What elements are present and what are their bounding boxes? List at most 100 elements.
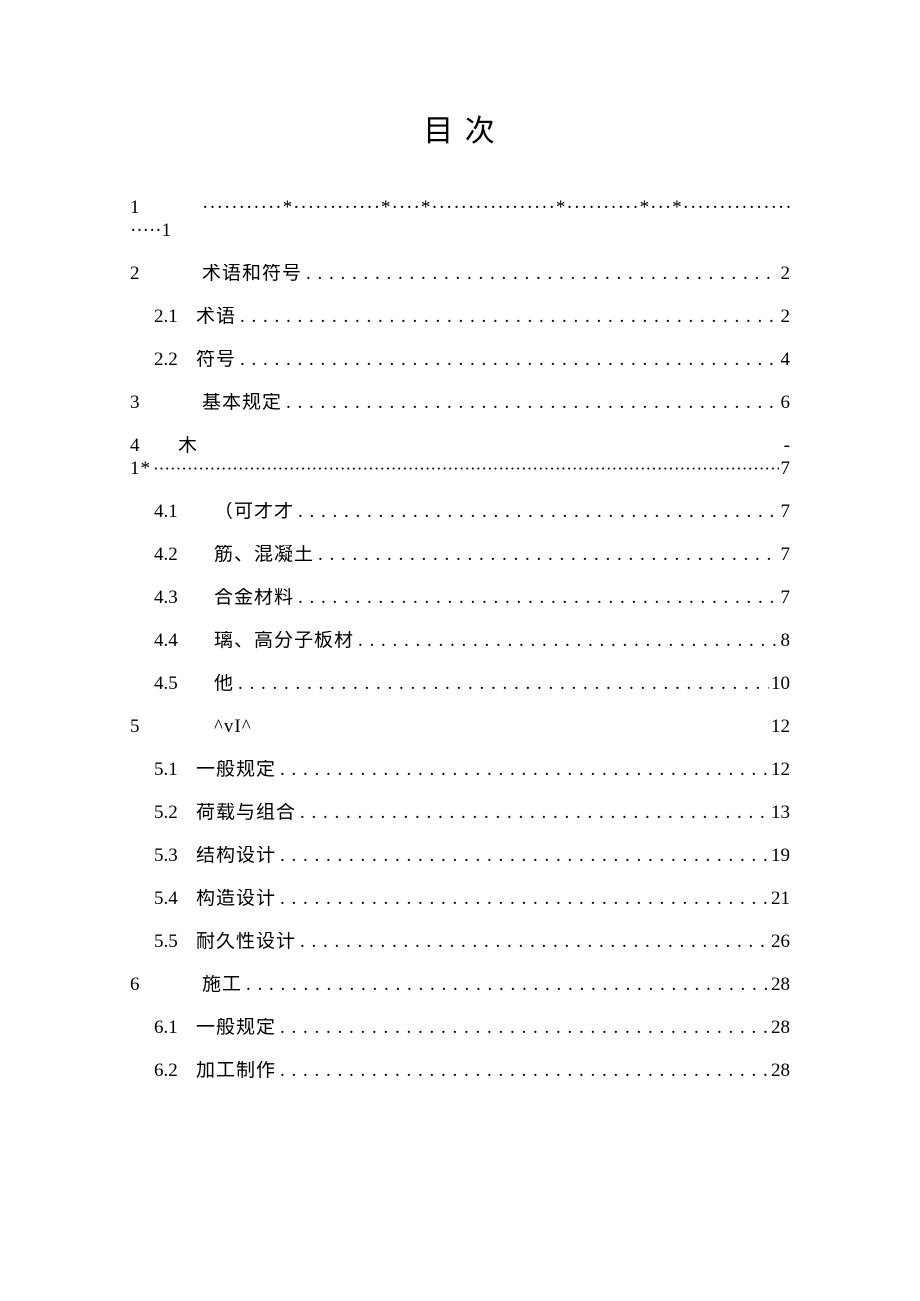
toc-fill: ···········*············*····*··········… (202, 198, 790, 217)
toc-number: 5.5 (154, 932, 196, 951)
leader-dots (276, 846, 769, 865)
toc-page: 13 (769, 803, 790, 822)
page-title: 目 次 (0, 106, 920, 150)
toc-page: 28 (769, 1061, 790, 1080)
toc-label: 筋、混凝土 (214, 545, 314, 564)
leader-dots (294, 502, 778, 521)
toc-page: 12 (769, 717, 790, 736)
toc-subentry: 5.4 构造设计 21 (130, 889, 790, 908)
toc-number: 2.2 (154, 350, 196, 369)
toc-entry: 3 基本规定 6 (130, 393, 790, 412)
toc-number: 4 (130, 436, 178, 455)
table-of-contents: 1 ···········*············*····*········… (130, 198, 790, 1104)
toc-entry: 1 ···········*············*····*········… (130, 198, 790, 240)
leader-dots (296, 803, 769, 822)
toc-page: 19 (769, 846, 790, 865)
toc-page: 2 (779, 307, 791, 326)
leader-dots (276, 760, 769, 779)
toc-page: 10 (769, 674, 790, 693)
toc-subentry: 5.3 结构设计 19 (130, 846, 790, 865)
toc-subentry: 4.2 筋、混凝土 7 (130, 545, 790, 564)
toc-page: 7 (779, 545, 791, 564)
toc-label: 构造设计 (196, 889, 276, 908)
toc-page: 6 (779, 393, 791, 412)
toc-number: 4.1 (154, 502, 214, 521)
leader-dots (282, 393, 778, 412)
toc-number: 4.2 (154, 545, 214, 564)
toc-label: 施工 (202, 975, 242, 994)
toc-label: 加工制作 (196, 1061, 276, 1080)
toc-subentry: 4.3 合金材料 7 (130, 588, 790, 607)
toc-label: 荷载与组合 (196, 803, 296, 822)
leader-dots (294, 588, 778, 607)
toc-subentry: 2.2 符号 4 (130, 350, 790, 369)
toc-trail: - (782, 436, 790, 455)
toc-entry: 2 术语和符号 2 (130, 264, 790, 283)
toc-number: 5.4 (154, 889, 196, 908)
toc-subentry: 4.1 （可才才 7 (130, 502, 790, 521)
toc-entry: 4 木 - 1* 7 (130, 436, 790, 478)
toc-page: 28 (769, 975, 790, 994)
leader-dots (276, 889, 769, 908)
toc-label: 他 (214, 674, 234, 693)
toc-number: 6.1 (154, 1018, 196, 1037)
toc-label: 木 (178, 436, 198, 455)
toc-subentry: 2.1 术语 2 (130, 307, 790, 326)
toc-subentry: 5.2 荷载与组合 13 (130, 803, 790, 822)
toc-number: 6 (130, 975, 202, 994)
leader-dots (236, 307, 778, 326)
toc-page: 4 (779, 350, 791, 369)
toc-page: 12 (769, 760, 790, 779)
toc-subentry: 5.1 一般规定 12 (130, 760, 790, 779)
toc-entry: 5 ^vI^ 12 (130, 717, 790, 736)
toc-number: 4.4 (154, 631, 214, 650)
leader-dots (236, 350, 778, 369)
leader-dots (276, 1061, 769, 1080)
toc-number: 4.3 (154, 588, 214, 607)
toc-label: 符号 (196, 350, 236, 369)
leader-dots (314, 545, 778, 564)
toc-number: 5 (130, 717, 214, 736)
page: 目 次 1 ···········*············*····*····… (0, 0, 920, 1301)
leader-dots (276, 1018, 769, 1037)
toc-label: 璃、高分子板材 (214, 631, 354, 650)
toc-number: 5.1 (154, 760, 196, 779)
toc-label: 结构设计 (196, 846, 276, 865)
toc-label: 合金材料 (214, 588, 294, 607)
leader-dots (354, 631, 778, 650)
toc-page: 21 (769, 889, 790, 908)
toc-number: 1 (130, 198, 202, 217)
toc-number: 2 (130, 264, 202, 283)
toc-entry: 6 施工 28 (130, 975, 790, 994)
toc-number: 3 (130, 393, 202, 412)
toc-number: 5.3 (154, 846, 196, 865)
toc-number: 4.5 (154, 674, 214, 693)
toc-label: 基本规定 (202, 393, 282, 412)
toc-page: 7 (779, 502, 791, 521)
leader-dots (302, 264, 778, 283)
toc-number: 2.1 (154, 307, 196, 326)
toc-subentry: 6.2 加工制作 28 (130, 1061, 790, 1080)
leader-dots (242, 975, 769, 994)
toc-page: 8 (779, 631, 791, 650)
toc-subentry: 4.4 璃、高分子板材 8 (130, 631, 790, 650)
toc-number: 5.2 (154, 803, 196, 822)
toc-page: 2 (779, 264, 791, 283)
leader-finedots (151, 459, 779, 478)
toc-label: 一般规定 (196, 760, 276, 779)
toc-label: 术语 (196, 307, 236, 326)
toc-label: 一般规定 (196, 1018, 276, 1037)
toc-subentry: 5.5 耐久性设计 26 (130, 932, 790, 951)
toc-wrap: ·····1 (130, 221, 790, 240)
toc-subentry: 6.1 一般规定 28 (130, 1018, 790, 1037)
toc-page: 26 (769, 932, 790, 951)
toc-page: 7 (779, 459, 791, 478)
toc-label: （可才才 (214, 502, 294, 521)
toc-page: 7 (779, 588, 791, 607)
toc-label: 术语和符号 (202, 264, 302, 283)
toc-subentry: 4.5 他 10 (130, 674, 790, 693)
toc-label: ^vI^ (214, 717, 252, 736)
leader-dots (296, 932, 769, 951)
toc-wrap-start: 1* (130, 459, 151, 478)
toc-number: 6.2 (154, 1061, 196, 1080)
